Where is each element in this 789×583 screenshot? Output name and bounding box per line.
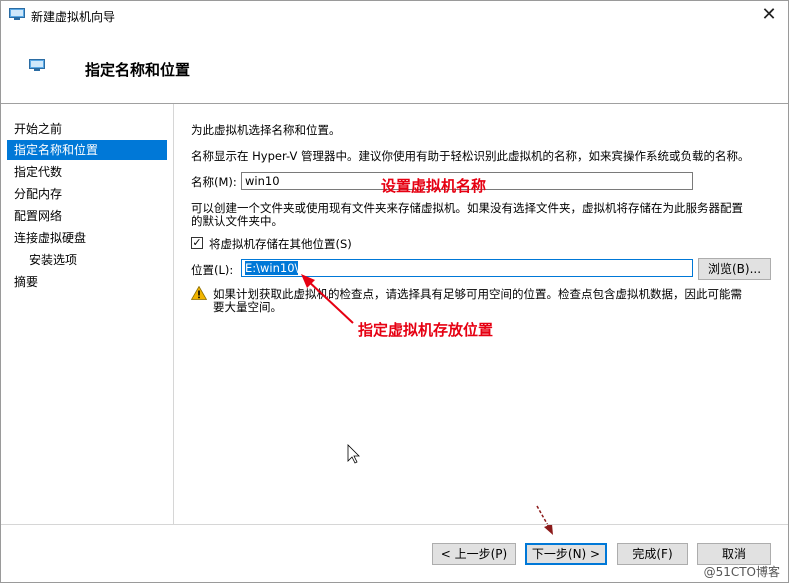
location-input[interactable]: E:\win10\ <box>241 259 693 277</box>
nav-item-name-location[interactable]: 指定名称和位置 <box>7 140 167 160</box>
store-elsewhere-label[interactable]: 将虚拟机存储在其他位置(S) <box>209 236 352 252</box>
page-title: 指定名称和位置 <box>85 61 191 79</box>
browse-button[interactable]: 浏览(B)... <box>698 258 771 280</box>
finish-button[interactable]: 完成(F) <box>617 543 688 565</box>
watermark: @51CTO博客 <box>703 565 780 579</box>
name-label: 名称(M): <box>191 175 237 189</box>
warning-text-line2: 要大量空间。 <box>213 300 282 314</box>
title-bar: 新建虚拟机向导 ✕ <box>1 1 788 31</box>
warning-text-line1: 如果计划获取此虚拟机的检查点，请选择具有足够可用空间的位置。检查点包含虚拟机数据… <box>213 287 742 301</box>
name-description: 名称显示在 Hyper-V 管理器中。建议你使用有助于轻松识别此虚拟机的名称，如… <box>191 149 750 163</box>
mouse-cursor-icon <box>347 444 360 464</box>
window-title: 新建虚拟机向导 <box>31 10 116 24</box>
intro-text: 为此虚拟机选择名称和位置。 <box>191 123 341 137</box>
nav-item-before-you-begin[interactable]: 开始之前 <box>7 119 167 139</box>
wizard-header: 指定名称和位置 <box>1 31 788 103</box>
nav-item-virtual-disk[interactable]: 连接虚拟硬盘 <box>7 228 167 248</box>
annotation-name: 设置虚拟机名称 <box>381 177 487 195</box>
annotation-location: 指定虚拟机存放位置 <box>358 321 494 339</box>
warning-icon <box>191 286 207 300</box>
wizard-window: 新建虚拟机向导 ✕ 指定名称和位置 开始之前 指定名称和位置 指定代数 分配内存… <box>0 0 789 583</box>
nav-item-generation[interactable]: 指定代数 <box>7 162 167 182</box>
nav-item-network[interactable]: 配置网络 <box>7 206 167 226</box>
location-value: E:\win10\ <box>245 261 299 275</box>
store-elsewhere-checkbox[interactable]: ✓ <box>191 237 203 249</box>
hyperv-vm-icon <box>29 59 45 71</box>
nav-item-summary[interactable]: 摘要 <box>7 272 167 292</box>
nav-item-memory[interactable]: 分配内存 <box>7 184 167 204</box>
folder-description-line2: 的默认文件夹中。 <box>191 214 283 228</box>
next-button[interactable]: 下一步(N) > <box>525 543 607 565</box>
pane-divider <box>173 104 174 524</box>
footer-divider <box>1 524 788 525</box>
previous-button[interactable]: < 上一步(P) <box>432 543 516 565</box>
arrow-to-next-icon <box>536 505 553 535</box>
location-label: 位置(L): <box>191 263 234 277</box>
cancel-button[interactable]: 取消 <box>697 543 771 565</box>
nav-item-install-options[interactable]: 安装选项 <box>7 250 167 270</box>
close-icon[interactable]: ✕ <box>758 4 780 26</box>
wizard-nav: 开始之前 指定名称和位置 指定代数 分配内存 配置网络 连接虚拟硬盘 安装选项 … <box>1 104 173 524</box>
hyperv-vm-icon <box>9 8 25 20</box>
